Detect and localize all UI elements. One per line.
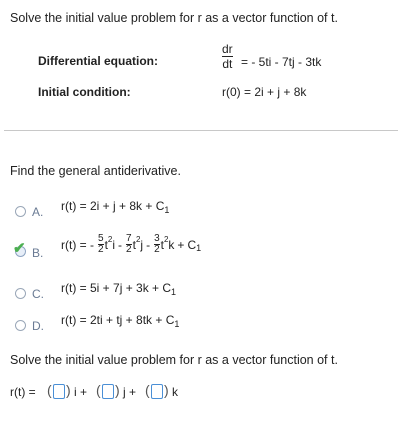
answer-box-j[interactable] [102,384,114,399]
section-divider [4,130,398,131]
option-a-letter: A. [32,205,44,219]
option-b-frac-3: 32 [154,234,160,255]
open-paren: ( [96,382,101,398]
answer-box-k[interactable] [151,384,163,399]
term-unit: k [168,237,175,252]
fraction-numerator: dr [222,42,233,56]
part2-prompt: Solve the initial value problem for r as… [10,353,338,367]
frac-den: 2 [98,244,104,255]
option-d-letter: D. [32,319,44,333]
option-d-text: r(t) = 2ti + tj + 8tk + C1 [61,313,180,329]
open-paren: ( [145,382,150,398]
option-a-subscript: 1 [164,205,170,215]
initial-condition-value: r(0) = 2i + j + 8k [222,85,307,99]
option-c-subscript: 1 [171,287,177,297]
term-sep: + [177,237,185,252]
k-label: k [172,385,178,399]
term-unit: i [112,237,116,252]
option-b-subscript: 1 [196,242,202,253]
close-paren: ) [164,382,169,398]
i-label: i + [74,385,88,399]
term-pow: 2 [135,235,141,244]
frac-den: 2 [154,244,160,255]
frac-num: 7 [126,233,132,244]
fraction-denominator: dt [222,57,233,71]
option-b-text: r(t) = - 52 t2i - 72 t2j - 32 t2k + C1 [61,234,201,255]
j-label: j + [123,385,137,399]
term-sep: - [118,237,123,252]
term-unit: j [140,237,144,252]
term-pow: 2 [107,235,113,244]
dr-dt-fraction: dr dt [222,43,233,70]
frac-num: 5 [98,233,104,244]
option-b-frac-1: 52 [98,234,104,255]
option-c-expression: r(t) = 5i + 7j + 3k + C [61,281,172,295]
close-paren: ) [115,382,120,398]
open-paren: ( [47,382,52,398]
term-pow: 2 [163,235,169,244]
option-a-radio[interactable] [15,206,26,217]
option-d-subscript: 1 [174,319,180,329]
problem-title: Solve the initial value problem for r as… [10,11,338,25]
option-c-text: r(t) = 5i + 7j + 3k + C1 [61,281,177,297]
option-a-expression: r(t) = 2i + j + 8k + C [61,199,165,213]
frac-den: 2 [126,244,132,255]
constant: C [187,237,197,252]
answer-box-i[interactable] [53,384,65,399]
initial-condition-label: Initial condition: [38,85,131,99]
option-b-prefix: r(t) = - [61,237,94,252]
option-b-frac-2: 72 [126,234,132,255]
diff-eq-rhs: = - 5ti - 7tj - 3tk [241,55,322,69]
option-c-radio[interactable] [15,288,26,299]
option-a-text: r(t) = 2i + j + 8k + C1 [61,199,170,215]
option-d-expression: r(t) = 2ti + tj + 8tk + C [61,313,175,327]
option-b-letter: B. [32,246,44,260]
term-sep: - [146,237,151,252]
close-paren: ) [66,382,71,398]
frac-num: 3 [154,233,160,244]
part1-prompt: Find the general antiderivative. [10,164,181,178]
checkmark-icon: ✔ [13,240,26,257]
option-c-letter: C. [32,287,44,301]
part2-lead: r(t) = [10,385,36,399]
option-d-radio[interactable] [15,320,26,331]
diff-eq-label: Differential equation: [38,54,159,68]
